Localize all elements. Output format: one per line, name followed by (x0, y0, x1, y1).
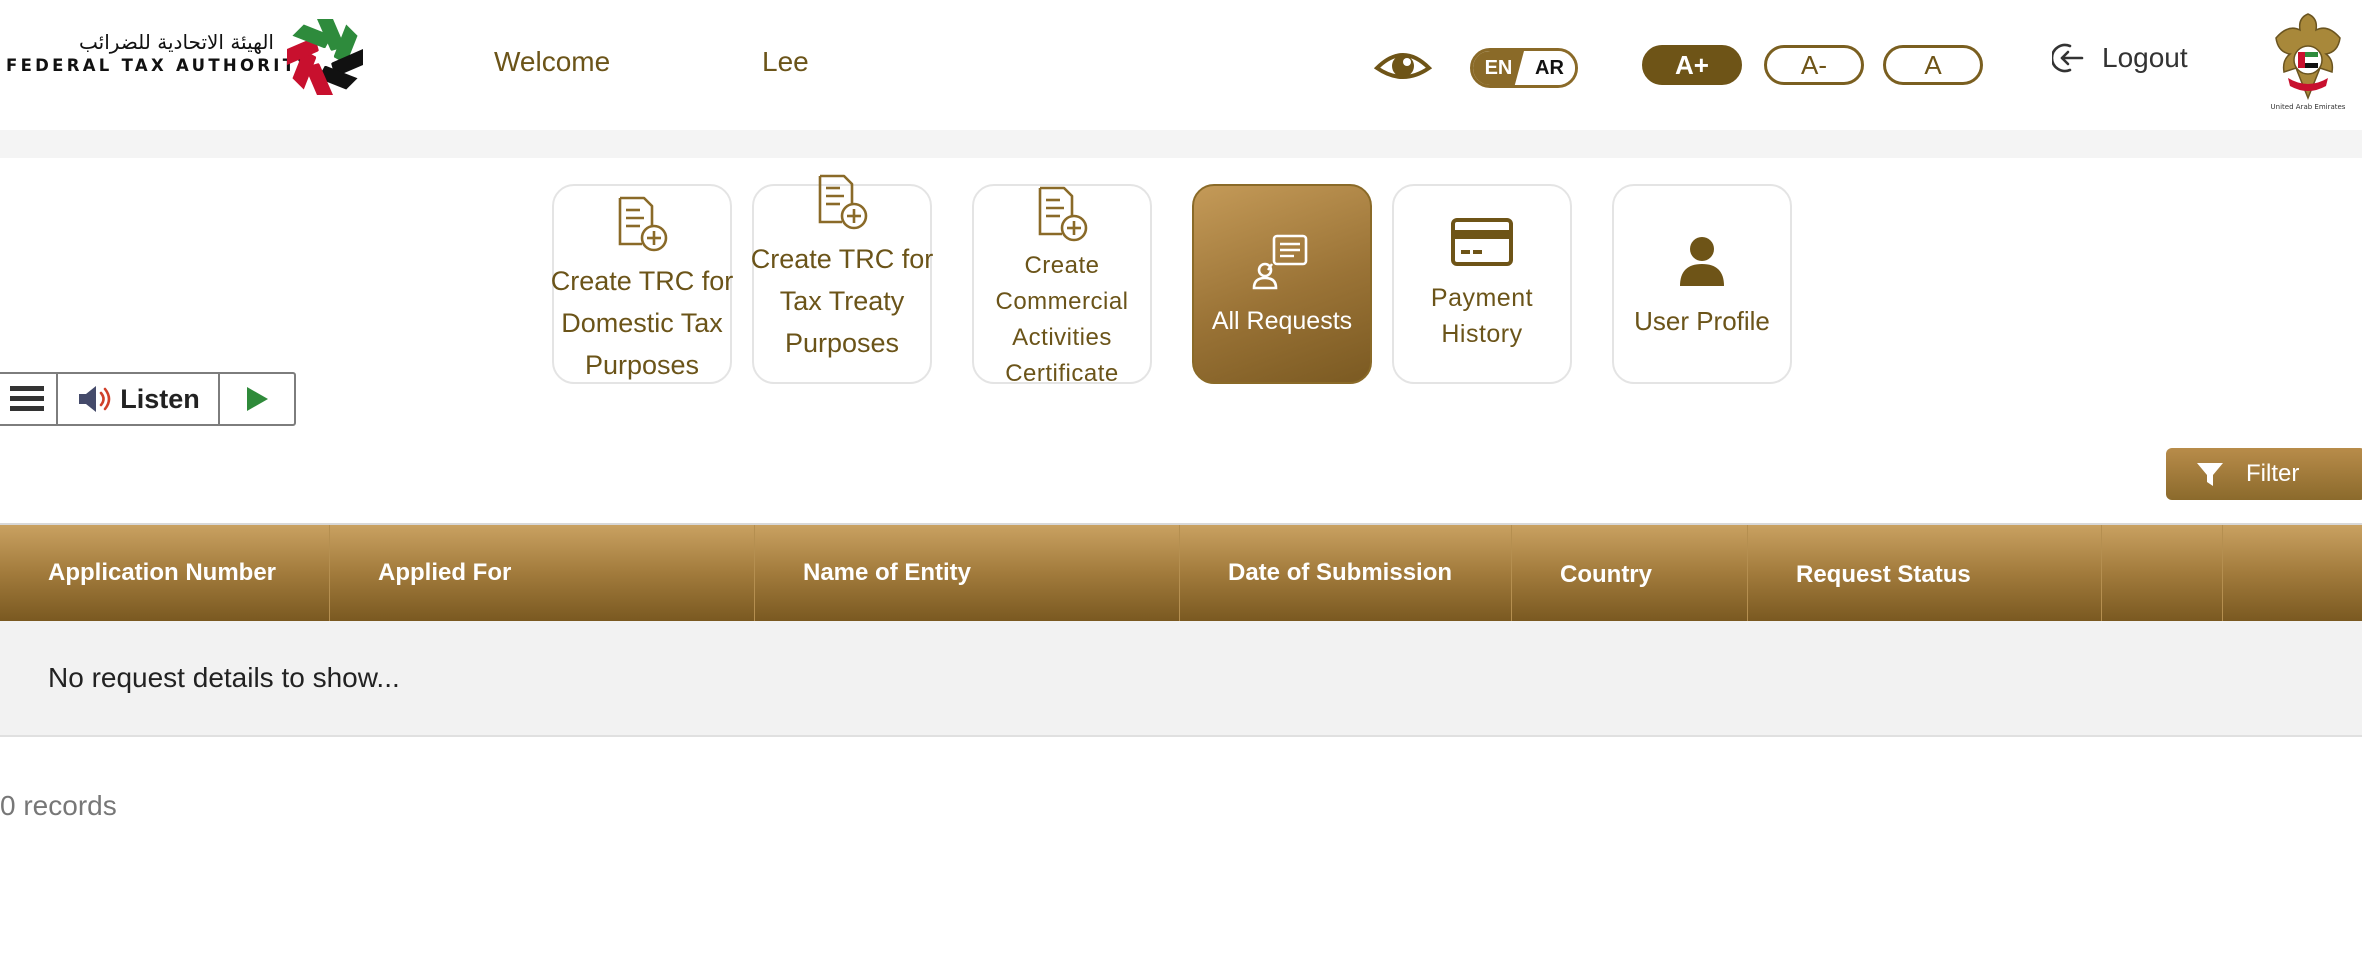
user-name: Lee (762, 46, 809, 77)
emblem-caption: United Arab Emirates (2271, 103, 2346, 111)
listen-play-button[interactable] (220, 374, 294, 424)
tile-label: Create TRC for Domestic Tax Purposes (550, 266, 734, 380)
tile-create-trc-treaty[interactable]: Create TRC for Tax Treaty Purposes (751, 174, 933, 384)
user-list-icon (1252, 234, 1308, 290)
listen-menu-button[interactable] (0, 374, 58, 424)
logo-arabic-text: الهيئة الاتحادية للضرائب (79, 30, 274, 54)
listen-button[interactable]: Listen (58, 374, 220, 424)
table-header: Application Number Applied For Name of E… (0, 523, 2362, 621)
column-application-number[interactable]: Application Number (0, 525, 330, 621)
fta-emblem-icon (287, 19, 363, 95)
document-plus-icon (818, 174, 868, 230)
column-request-status[interactable]: Request Status (1748, 525, 2102, 621)
tile-label: Create Commercial Activities Certificate (995, 252, 1129, 387)
font-decrease-button[interactable]: A- (1764, 45, 1864, 85)
lang-en-option[interactable]: EN (1473, 51, 1524, 85)
column-applied-for[interactable]: Applied For (330, 525, 755, 621)
credit-card-icon (1451, 218, 1513, 266)
column-empty-1 (2102, 525, 2223, 621)
header-divider-strip (0, 130, 2362, 158)
listen-widget: Listen (0, 372, 296, 426)
column-empty-2 (2223, 525, 2362, 621)
tile-create-commercial-certificate[interactable]: Create Commercial Activities Certificate (972, 184, 1152, 387)
tile-label: Payment History (1430, 284, 1534, 348)
page-header: الهيئة الاتحادية للضرائب FEDERAL TAX AUT… (0, 0, 2362, 130)
document-plus-icon (1038, 186, 1088, 242)
filter-icon (2197, 463, 2223, 486)
eye-icon[interactable] (1374, 46, 1432, 86)
column-name-of-entity[interactable]: Name of Entity (755, 525, 1180, 621)
font-reset-button[interactable]: A (1883, 45, 1983, 85)
table-empty-row: No request details to show... (0, 621, 2362, 737)
logout-icon (2052, 43, 2084, 73)
hamburger-menu-icon (10, 386, 44, 411)
requests-table: Application Number Applied For Name of E… (0, 523, 2362, 737)
fta-logo[interactable]: الهيئة الاتحادية للضرائب FEDERAL TAX AUT… (6, 12, 386, 102)
tile-label: Create TRC for Tax Treaty Purposes (750, 244, 934, 358)
column-country[interactable]: Country (1512, 525, 1748, 621)
speaker-icon (79, 386, 111, 412)
records-count: 0 records (0, 790, 117, 821)
welcome-text: Welcome (494, 46, 611, 77)
user-icon (1680, 237, 1724, 286)
language-toggle[interactable]: EN AR (1470, 48, 1578, 88)
document-plus-icon (618, 196, 668, 252)
uae-emblem-icon: United Arab Emirates (2271, 13, 2346, 111)
filter-button[interactable]: Filter (2166, 448, 2362, 500)
tile-user-profile[interactable]: User Profile (1612, 184, 1792, 384)
listen-label: Listen (120, 383, 200, 414)
tile-label: User Profile (1634, 306, 1770, 336)
column-date-of-submission[interactable]: Date of Submission (1180, 525, 1512, 621)
font-increase-button[interactable]: A+ (1642, 45, 1742, 85)
play-icon (247, 387, 268, 411)
logout-label: Logout (2102, 42, 2188, 73)
filter-label: Filter (2246, 460, 2300, 487)
tile-payment-history[interactable]: Payment History (1392, 184, 1572, 384)
tile-label: All Requests (1211, 307, 1353, 335)
tile-create-trc-domestic[interactable]: Create TRC for Domestic Tax Purposes (551, 184, 733, 384)
lang-ar-option[interactable]: AR (1524, 51, 1575, 85)
logout-button[interactable]: Logout (2052, 38, 2188, 78)
logo-english-text: FEDERAL TAX AUTHORITY (6, 56, 313, 75)
tile-all-requests[interactable]: All Requests (1192, 184, 1372, 384)
